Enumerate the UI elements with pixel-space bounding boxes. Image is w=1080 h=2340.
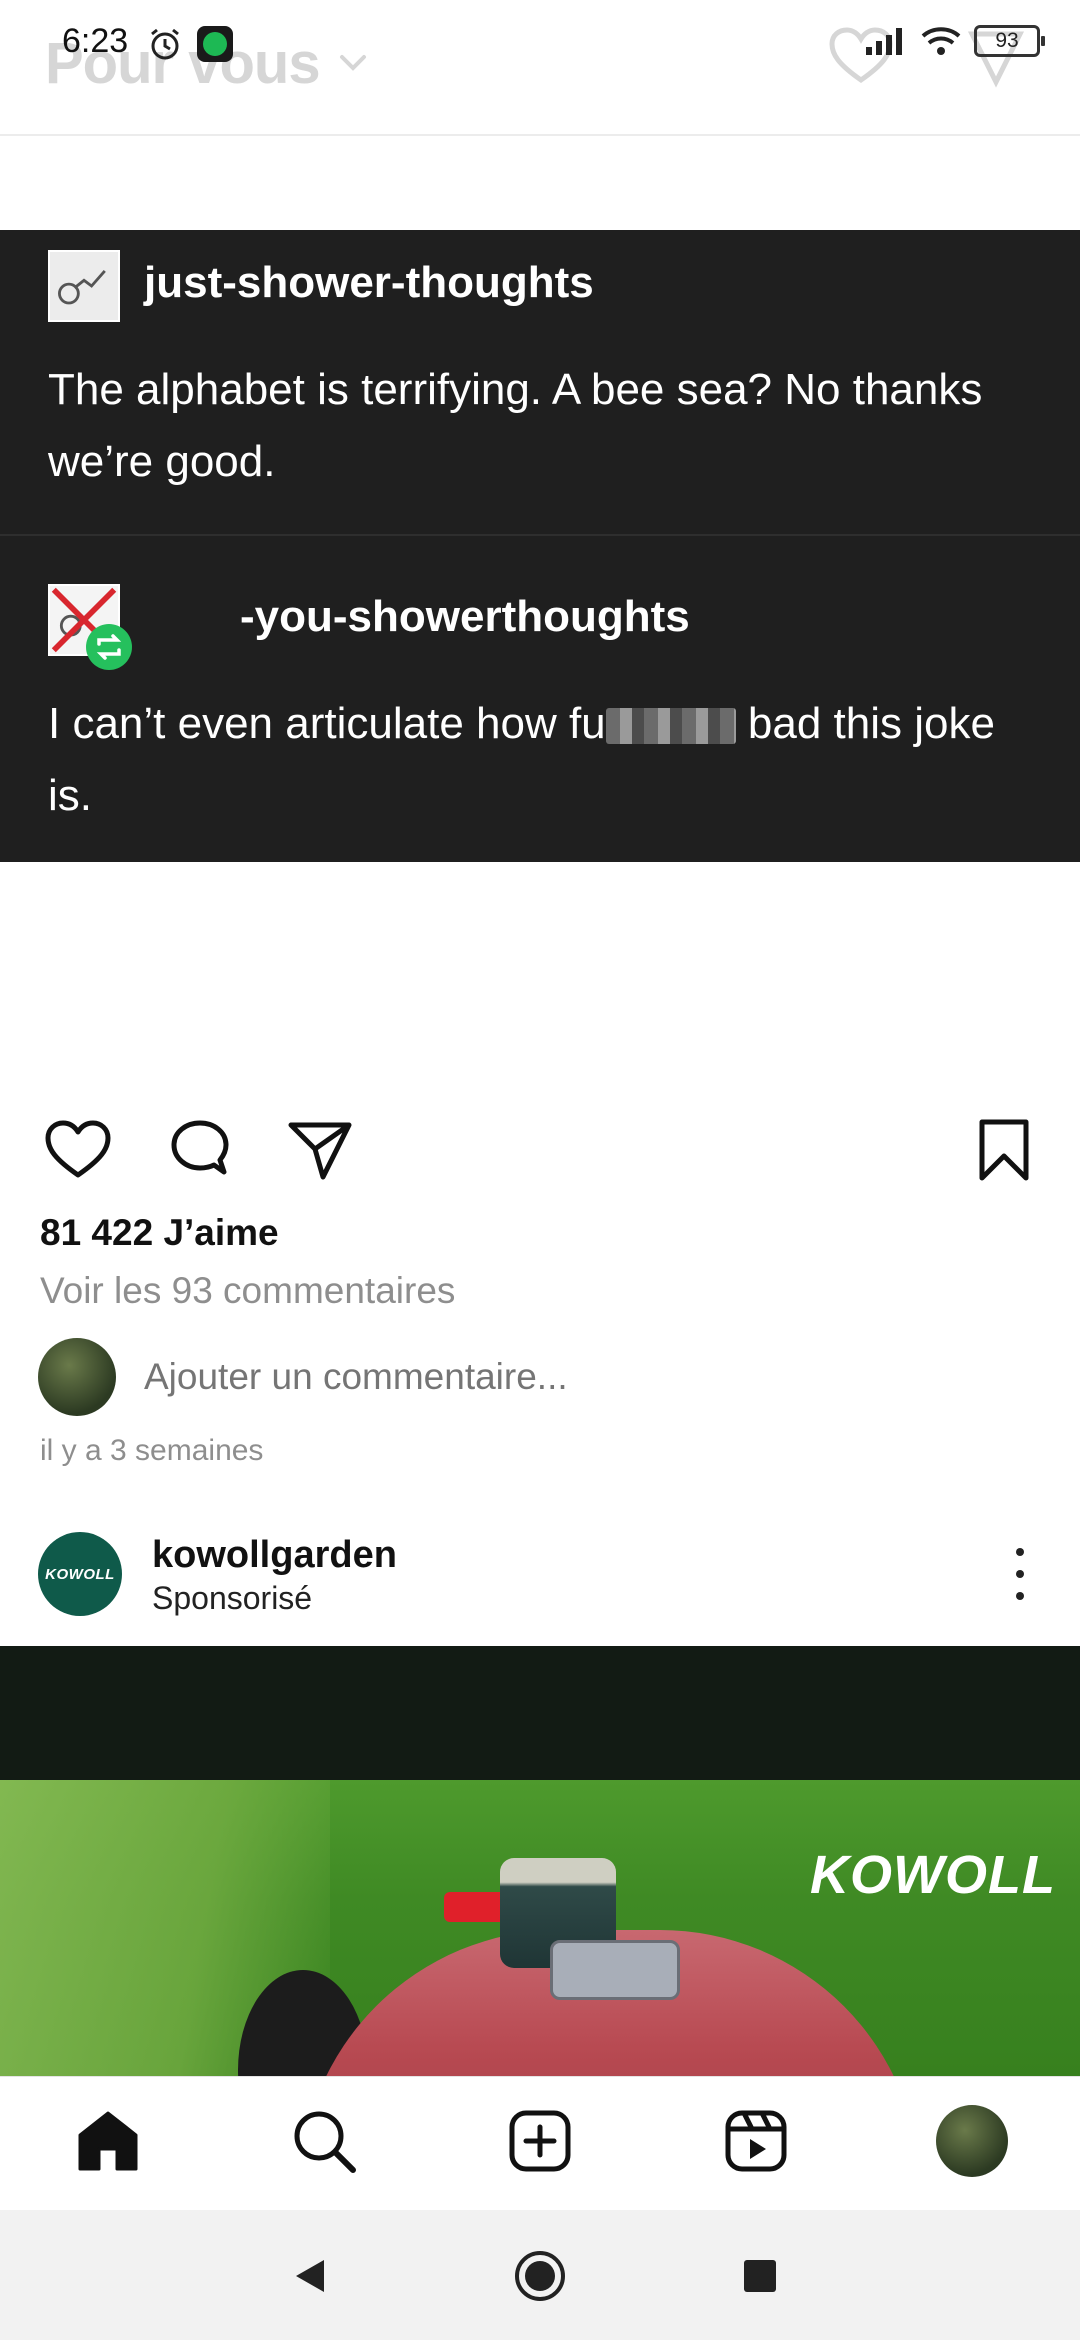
sponsor-avatar-logo: KOWOLL <box>45 1565 115 1583</box>
profile-avatar <box>936 2105 1008 2177</box>
heart-icon <box>45 1120 111 1178</box>
ad-image-top-band <box>0 1646 1080 1780</box>
signal-icon <box>866 28 902 55</box>
brand-logo: KOWOLL <box>810 1845 1056 1905</box>
blog-avatar <box>48 250 120 322</box>
post-image[interactable]: just-shower-thoughts The alphabet is ter… <box>0 230 1080 862</box>
add-post-icon <box>509 2110 571 2172</box>
tab-create[interactable] <box>500 2101 580 2181</box>
header-divider <box>0 134 1080 136</box>
sponsor-avatar[interactable]: KOWOLL <box>38 1532 122 1616</box>
chevron-down-icon[interactable] <box>336 45 370 79</box>
bookmark-icon <box>979 1119 1029 1181</box>
status-icons: 93 <box>864 24 1045 58</box>
more-dot <box>1016 1592 1024 1600</box>
wifi-icon <box>921 27 961 55</box>
avatar <box>38 1338 116 1416</box>
like-button[interactable] <box>38 1110 118 1190</box>
reblog-icon <box>86 624 132 670</box>
tab-home[interactable] <box>68 2101 148 2181</box>
mower-stop-button <box>444 1892 506 1922</box>
tumblr-post-block: just-shower-thoughts The alphabet is ter… <box>0 230 1080 536</box>
tab-reels[interactable] <box>716 2101 796 2181</box>
clock: 6:23 <box>62 22 129 60</box>
tumblr-post-text: The alphabet is terrifying. A bee sea? N… <box>48 365 983 486</box>
censored-word <box>605 708 736 745</box>
bottom-tab-bar <box>0 2076 1080 2210</box>
sponsored-label: Sponsorisé <box>152 1580 313 1616</box>
save-button[interactable] <box>964 1110 1044 1190</box>
post-timestamp: il y a 3 semaines <box>40 1434 264 1467</box>
tumblr-post-text: I can’t even articulate how fu bad this … <box>48 688 1038 832</box>
system-navigation-bar <box>0 2210 1080 2340</box>
ad-image[interactable]: KOWOLL <box>0 1780 1080 2076</box>
tab-search[interactable] <box>284 2101 364 2181</box>
more-dot <box>1016 1548 1024 1556</box>
comment-icon <box>171 1120 229 1175</box>
mower-control-panel <box>550 1940 680 2000</box>
comment-button[interactable] <box>160 1110 240 1190</box>
spotify-icon <box>197 26 233 62</box>
status-bar: Pour vous 6:23 93 <box>0 0 1080 135</box>
tumblr-username: -you-showerthoughts <box>240 592 690 641</box>
home-system-button[interactable] <box>508 2244 572 2308</box>
recents-button[interactable] <box>728 2244 792 2308</box>
more-options-button[interactable] <box>1000 1548 1040 1600</box>
send-icon <box>288 1122 352 1180</box>
divider <box>0 534 1080 536</box>
post-actions <box>0 1110 1080 1190</box>
more-dot <box>1016 1570 1024 1578</box>
text-before-censor: I can’t even articulate how fu <box>48 699 606 748</box>
alarm-icon <box>151 28 179 60</box>
tab-profile[interactable] <box>932 2101 1012 2181</box>
back-icon <box>296 2260 324 2292</box>
view-comments-link[interactable]: Voir les 93 commentaires <box>40 1270 455 1312</box>
battery-indicator: 93 <box>974 25 1045 57</box>
reels-icon <box>725 2110 787 2172</box>
search-icon <box>294 2111 356 2173</box>
home-circle-icon <box>515 2251 565 2301</box>
sponsor-username[interactable]: kowollgarden <box>152 1534 397 1577</box>
back-button[interactable] <box>278 2244 342 2308</box>
home-icon <box>78 2111 138 2171</box>
share-button[interactable] <box>280 1110 360 1190</box>
likes-count[interactable]: 81 422 J’aime <box>40 1212 279 1254</box>
comment-input[interactable] <box>144 1356 944 1398</box>
recents-icon <box>744 2260 776 2292</box>
tumblr-username: just-shower-thoughts <box>144 258 594 307</box>
